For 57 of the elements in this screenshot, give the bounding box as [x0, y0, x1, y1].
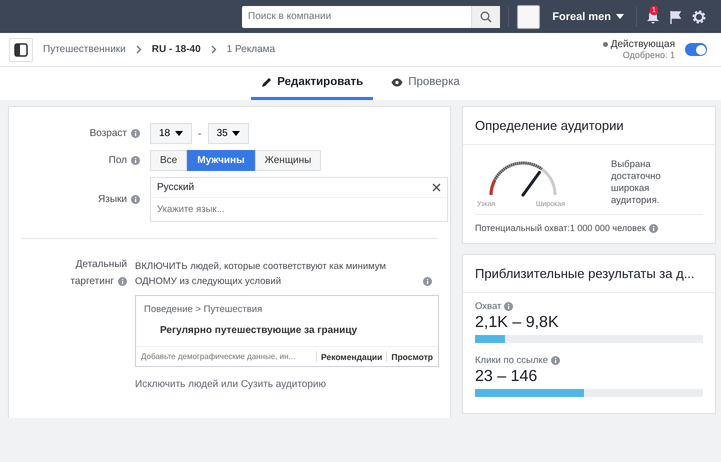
approval-count: Одобрено: 1 [622, 50, 675, 60]
pencil-icon [261, 76, 272, 88]
field-label: Языки [97, 194, 127, 205]
age-dropdown[interactable]: 35 [208, 123, 250, 144]
info-icon [550, 356, 560, 365]
status-toggle[interactable] [685, 43, 707, 56]
info-icon [131, 156, 140, 165]
potential-reach: Потенциальный охват:1 000 000 человек [475, 223, 646, 233]
info-icon [131, 129, 140, 138]
gender-option[interactable]: Мужчины [187, 150, 255, 171]
field-label: Детальный [76, 259, 127, 270]
info-icon [131, 195, 140, 204]
targeting-link[interactable]: Просмотр [391, 352, 433, 362]
caret-icon [232, 130, 240, 136]
field-label: таргетинг [70, 276, 114, 287]
card-title: Приблизительные результаты за д... [463, 255, 715, 293]
category-path: Поведение > Путешествия [143, 303, 264, 317]
card-title: Определение аудитории [463, 107, 715, 145]
info-icon [648, 224, 658, 232]
language-field[interactable]: Русский Укажите язык... [150, 177, 448, 222]
language-value: Русский [157, 182, 194, 193]
sidebar-toggle-icon[interactable] [9, 38, 33, 62]
settings-icon[interactable] [691, 8, 708, 24]
close-icon[interactable] [432, 183, 441, 192]
eye-icon [391, 78, 404, 86]
targeting-link[interactable]: Рекомендации [321, 352, 382, 362]
field-label: Возраст [88, 128, 127, 139]
gender-option[interactable]: Женщины [254, 150, 322, 171]
breadcrumb-link[interactable]: 1 Реклама [226, 44, 276, 55]
breadcrumb-link[interactable]: RU - 18-40 [152, 44, 201, 55]
age-dropdown[interactable]: 18 [150, 123, 192, 144]
page-avatar[interactable] [517, 4, 540, 28]
tab[interactable]: Проверка [381, 67, 470, 100]
caret-icon [174, 130, 183, 136]
audience-description: Выбрана достаточно широкая аудитория. [611, 159, 662, 208]
account-menu[interactable]: Foreal men [548, 10, 628, 22]
info-icon [504, 302, 514, 311]
chevron-icon [210, 45, 217, 54]
chevron-icon [136, 45, 142, 54]
targeting-description: ВКЛЮЧИТЬ людей, которые соответствуют как минимум ОДНОМУ из следующих условий [135, 260, 387, 289]
search-icon[interactable] [471, 6, 500, 28]
range-separator: - [198, 128, 202, 140]
metric-value: 23 – 146 [475, 368, 538, 386]
breadcrumb-link[interactable]: Путешественники [43, 44, 126, 55]
metric-label: Клики по ссылке [475, 355, 548, 366]
field-label: Пол [108, 155, 127, 166]
metric-label: Охват [475, 301, 502, 312]
targeting-item: Регулярно путешествующие за границу [136, 319, 438, 347]
gender-option[interactable]: Все [150, 150, 188, 171]
info-icon [423, 277, 432, 286]
metric-value: 2,1K – 9,8K [475, 314, 560, 332]
exclude-link[interactable]: Исключить людей или Сузить аудиторию [135, 379, 439, 390]
caret-icon [616, 14, 624, 20]
status-label: Действующая [602, 39, 675, 50]
info-icon [118, 277, 127, 286]
tab[interactable]: Редактировать [251, 67, 374, 100]
flag-icon[interactable] [669, 10, 684, 24]
